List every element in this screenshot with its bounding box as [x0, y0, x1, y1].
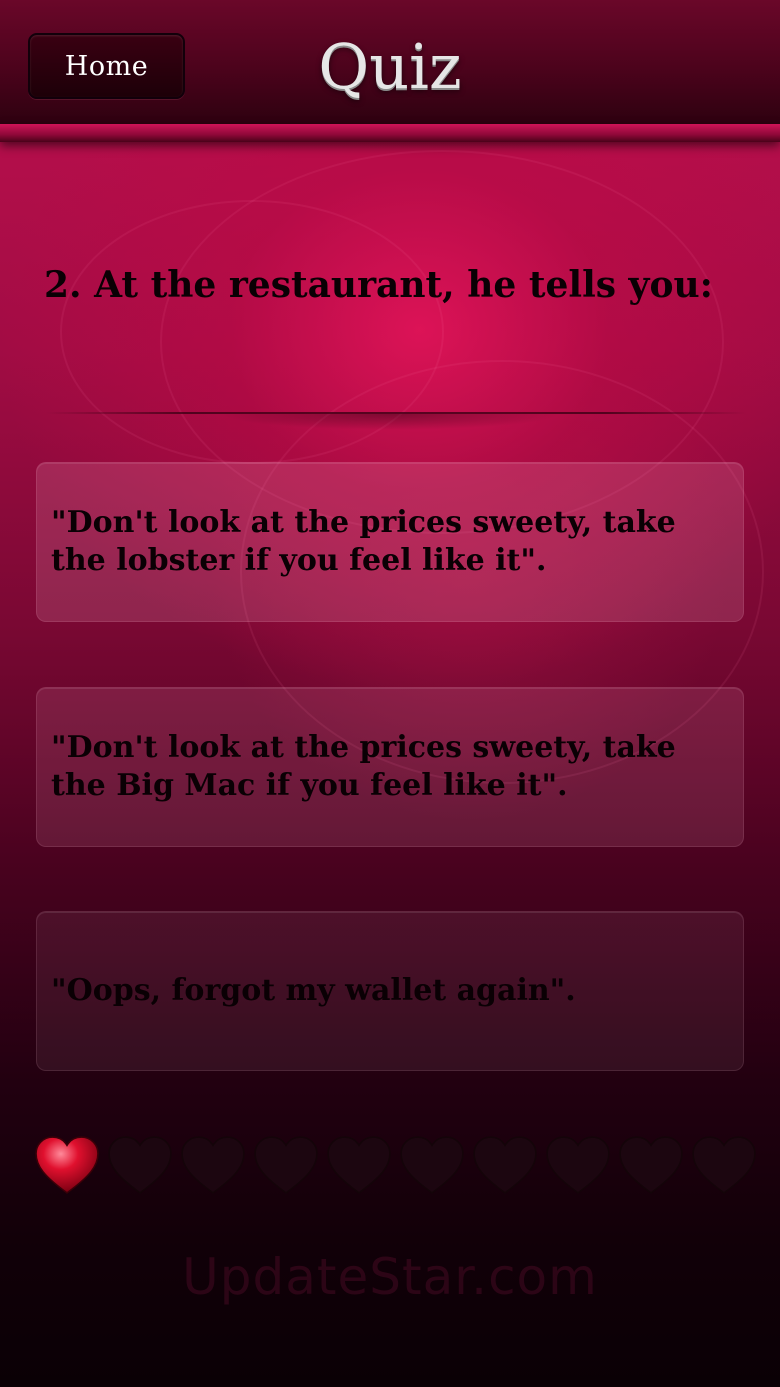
quiz-screen: Home Quiz 2. At the restaurant, he tells… — [0, 0, 780, 1387]
answer-option-label: "Oops, forgot my wallet again". — [51, 973, 576, 1008]
divider-shadow — [220, 414, 560, 430]
page-title: Quiz — [318, 30, 462, 103]
question-text: 2. At the restaurant, he tells you: — [44, 264, 713, 306]
answer-option-label: "Don't look at the prices sweety, take t… — [51, 505, 676, 578]
heart-icon-empty — [103, 1130, 176, 1200]
home-button[interactable]: Home — [28, 33, 185, 99]
heart-icon-empty — [176, 1130, 249, 1200]
heart-icon-empty — [468, 1130, 541, 1200]
heart-icon-empty — [322, 1130, 395, 1200]
answer-option-3[interactable]: "Oops, forgot my wallet again". — [36, 911, 744, 1071]
heart-icon-filled — [30, 1130, 103, 1200]
answer-option-2[interactable]: "Don't look at the prices sweety, take t… — [36, 687, 744, 847]
progress-hearts — [30, 1130, 760, 1200]
header: Home Quiz — [0, 0, 780, 125]
heart-icon-empty — [395, 1130, 468, 1200]
heart-icon-empty — [687, 1130, 760, 1200]
heart-icon-empty — [614, 1130, 687, 1200]
answer-option-label: "Don't look at the prices sweety, take t… — [51, 730, 676, 803]
watermark: UpdateStar.com — [182, 1248, 598, 1306]
heart-icon-empty — [541, 1130, 614, 1200]
heart-icon-empty — [249, 1130, 322, 1200]
header-accent-bar — [0, 124, 780, 142]
answer-option-1[interactable]: "Don't look at the prices sweety, take t… — [36, 462, 744, 622]
